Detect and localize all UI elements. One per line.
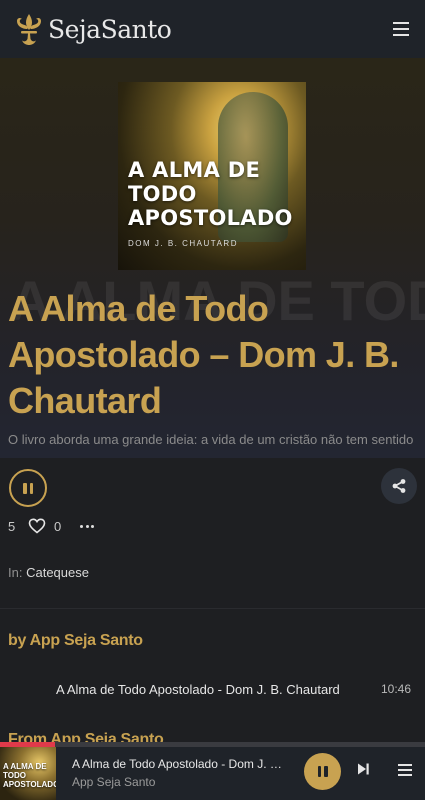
site-logo[interactable]: SejaSanto <box>14 12 172 46</box>
cover-title: A ALMA DE TODO APOSTOLADO <box>128 158 293 230</box>
hamburger-menu-icon[interactable] <box>393 22 409 36</box>
player-thumb-text: A ALMA DE TODO APOSTOLADO <box>3 762 56 789</box>
cover-author: DOM J. B. CHAUTARD <box>128 239 238 248</box>
by-author-heading: by App Seja Santo <box>8 632 143 649</box>
player-pause-button[interactable] <box>304 753 341 790</box>
episode-title: A Alma de Todo Apostolado - Dom J. B. Ch… <box>56 682 340 697</box>
fleur-de-lis-icon <box>17 14 41 45</box>
episode-list-item[interactable]: A Alma de Todo Apostolado - Dom J. B. Ch… <box>56 682 416 700</box>
top-bar: SejaSanto <box>0 0 425 58</box>
pause-button[interactable] <box>9 469 47 507</box>
episode-duration: 10:46 <box>380 682 411 696</box>
player-track-author: App Seja Santo <box>72 775 156 789</box>
share-icon <box>392 479 406 493</box>
player-thumbnail[interactable]: A ALMA DE TODO APOSTOLADO <box>0 747 56 800</box>
playlist-icon[interactable] <box>398 764 412 776</box>
heart-icon[interactable] <box>28 518 46 534</box>
divider <box>0 608 425 609</box>
skip-next-icon[interactable] <box>356 762 370 776</box>
category-line: In: Catequese <box>8 565 89 580</box>
share-button[interactable] <box>381 468 417 504</box>
pause-icon <box>317 766 328 777</box>
like-count: 5 <box>8 518 16 534</box>
pause-icon <box>23 482 33 494</box>
player-track-title[interactable]: A Alma de Todo Apostolado - Dom J. B. Ch… <box>72 757 288 771</box>
category-prefix: In: <box>8 565 23 580</box>
more-options-icon[interactable] <box>80 524 94 528</box>
playback-progress-bar[interactable] <box>0 742 425 747</box>
post-description: O livro aborda uma grande ideia: a vida … <box>8 432 414 447</box>
cover-image: A ALMA DE TODO APOSTOLADO DOM J. B. CHAU… <box>118 82 306 270</box>
post-stats: 5 0 <box>8 516 94 536</box>
mini-player: A ALMA DE TODO APOSTOLADO A Alma de Todo… <box>0 747 425 800</box>
category-link[interactable]: Catequese <box>26 565 89 580</box>
playback-progress-fill <box>0 742 56 747</box>
dislike-count: 0 <box>54 518 62 534</box>
logo-text: SejaSanto <box>48 14 172 44</box>
post-title: A Alma de Todo Apostolado – Dom J. B. Ch… <box>8 288 399 421</box>
